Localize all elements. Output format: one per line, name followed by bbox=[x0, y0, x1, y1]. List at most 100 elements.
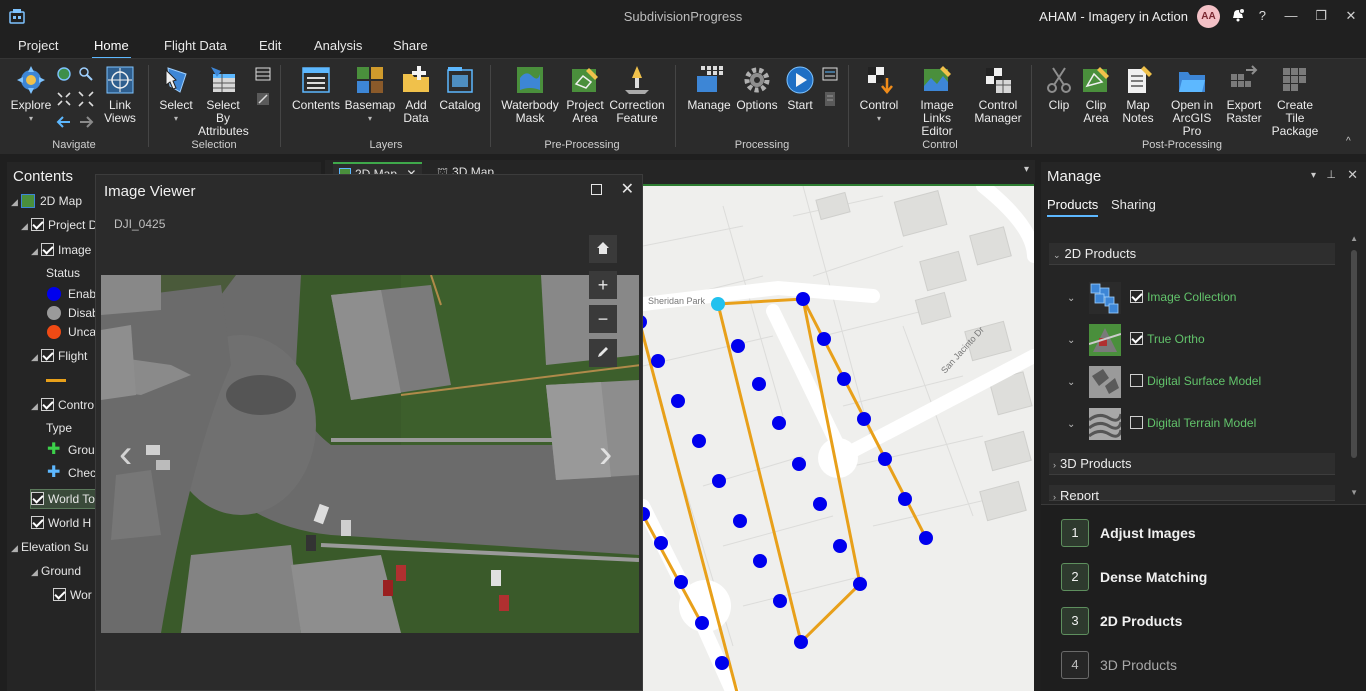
tree-item-image[interactable]: ◢ Image bbox=[31, 241, 91, 259]
minimize-button[interactable]: — bbox=[1276, 4, 1306, 28]
close-icon[interactable]: ✕ bbox=[621, 179, 634, 199]
tree-item-ground[interactable]: ◢ Ground bbox=[31, 562, 81, 580]
chevron-down-icon[interactable]: ⌄ bbox=[1067, 335, 1075, 346]
map-view[interactable]: Sheridan Park San Jacinto Dr bbox=[643, 184, 1034, 691]
select-by-attributes-button[interactable]: Select By Attributes bbox=[198, 64, 249, 138]
section-report[interactable]: › Report bbox=[1049, 485, 1335, 501]
tab-edit[interactable]: Edit bbox=[259, 38, 281, 53]
product-checkbox[interactable] bbox=[1130, 332, 1144, 345]
create-tile-package-button[interactable]: Create Tile Package bbox=[1266, 64, 1324, 138]
forward-arrow-icon[interactable] bbox=[78, 114, 94, 130]
processing-log-icon[interactable] bbox=[822, 66, 838, 82]
control-button[interactable]: Control ▾ bbox=[856, 64, 902, 125]
avatar[interactable]: AA bbox=[1197, 5, 1220, 28]
collapse-icon[interactable]: ◢ bbox=[11, 193, 21, 211]
close-window-button[interactable]: ✕ bbox=[1336, 4, 1366, 28]
layer-checkbox[interactable] bbox=[41, 398, 54, 411]
edit-button[interactable] bbox=[589, 339, 617, 367]
manage-button[interactable]: Manage bbox=[684, 64, 734, 112]
contents-button[interactable]: Contents bbox=[290, 64, 342, 112]
tree-item-control[interactable]: ◢ Contro bbox=[31, 396, 94, 414]
pane-options-chevron-icon[interactable]: ▾ bbox=[1311, 170, 1316, 181]
product-image-collection[interactable]: ⌄ Image Collection bbox=[1067, 280, 1236, 314]
product-checkbox[interactable] bbox=[1130, 290, 1144, 303]
scrollbar-thumb[interactable] bbox=[1351, 250, 1357, 458]
tab-home[interactable]: Home bbox=[92, 38, 131, 60]
tree-item-2d-map[interactable]: ◢ 2D Map bbox=[11, 192, 82, 210]
help-icon[interactable]: ? bbox=[1259, 7, 1266, 25]
tab-analysis[interactable]: Analysis bbox=[314, 38, 362, 53]
previous-image-arrow-icon[interactable]: ‹ bbox=[119, 433, 141, 475]
tree-item-elevation-surfaces[interactable]: ◢ Elevation Su bbox=[11, 538, 88, 556]
tree-item-project-data[interactable]: ◢ Project D bbox=[21, 216, 97, 234]
notification-icon[interactable] bbox=[1230, 7, 1246, 28]
explore-button[interactable]: Explore ▾ bbox=[8, 64, 54, 125]
start-button[interactable]: Start bbox=[782, 64, 818, 112]
collapse-icon[interactable]: ◢ bbox=[31, 242, 41, 260]
tab-list-chevron-icon[interactable]: ▾ bbox=[1024, 164, 1029, 175]
chevron-right-icon[interactable]: › bbox=[1053, 492, 1056, 500]
correction-feature-button[interactable]: Correction Feature bbox=[608, 64, 666, 125]
catalog-button[interactable]: Catalog bbox=[437, 64, 483, 112]
product-true-ortho[interactable]: ⌄ True Ortho bbox=[1067, 322, 1205, 356]
layer-checkbox[interactable] bbox=[41, 349, 54, 362]
layer-checkbox[interactable] bbox=[31, 492, 44, 505]
chevron-right-icon[interactable]: › bbox=[1053, 460, 1056, 470]
report-icon[interactable] bbox=[822, 91, 838, 107]
section-3d-products[interactable]: › 3D Products bbox=[1049, 453, 1335, 475]
image-links-editor-button[interactable]: Image Links Editor bbox=[912, 64, 962, 138]
fixed-zoom-icon[interactable] bbox=[78, 66, 94, 82]
clip-area-button[interactable]: Clip Area bbox=[1078, 64, 1114, 125]
attributes-table-icon[interactable] bbox=[255, 66, 271, 82]
project-area-button[interactable]: Project Area bbox=[563, 64, 607, 125]
next-image-arrow-icon[interactable]: › bbox=[599, 433, 621, 475]
control-manager-button[interactable]: Control Manager bbox=[973, 64, 1023, 125]
layer-checkbox[interactable] bbox=[53, 588, 66, 601]
tab-share[interactable]: Share bbox=[393, 38, 428, 53]
tree-item-world-elevation[interactable]: Wor bbox=[53, 586, 92, 604]
tree-item-world-hillshade[interactable]: World H bbox=[31, 514, 91, 532]
maximize-icon[interactable] bbox=[591, 184, 602, 195]
tab-project[interactable]: Project bbox=[18, 38, 58, 53]
open-in-arcgis-pro-button[interactable]: Open in ArcGIS Pro bbox=[1162, 64, 1222, 138]
chevron-down-icon[interactable]: ⌄ bbox=[1067, 419, 1075, 430]
basemap-button[interactable]: Basemap ▾ bbox=[344, 64, 396, 125]
collapse-icon[interactable]: ◢ bbox=[11, 539, 21, 557]
zoom-out-button[interactable]: − bbox=[589, 305, 617, 333]
globe-icon[interactable] bbox=[56, 66, 72, 82]
map-notes-button[interactable]: Map Notes bbox=[1117, 64, 1159, 125]
restore-button[interactable]: ❐ bbox=[1306, 4, 1336, 28]
waterbody-mask-button[interactable]: Waterbody Mask bbox=[498, 64, 562, 125]
tab-flight-data[interactable]: Flight Data bbox=[164, 38, 227, 53]
zoom-in-fixed-icon[interactable] bbox=[56, 91, 72, 107]
product-digital-terrain-model[interactable]: ⌄ Digital Terrain Model bbox=[1067, 406, 1256, 440]
collapse-icon[interactable]: ◢ bbox=[21, 217, 31, 235]
link-views-button[interactable]: Link Views bbox=[98, 64, 142, 125]
selected-image-point[interactable] bbox=[711, 297, 725, 311]
layer-checkbox[interactable] bbox=[31, 516, 44, 529]
collapse-icon[interactable]: ◢ bbox=[31, 397, 41, 415]
home-button[interactable] bbox=[589, 235, 617, 263]
product-checkbox[interactable] bbox=[1130, 374, 1144, 387]
select-button[interactable]: Select ▾ bbox=[156, 64, 196, 125]
chevron-down-icon[interactable]: ⌄ bbox=[1067, 293, 1075, 304]
clear-selection-icon[interactable] bbox=[255, 91, 271, 107]
zoom-out-fixed-icon[interactable] bbox=[78, 91, 94, 107]
tab-sharing[interactable]: Sharing bbox=[1111, 197, 1156, 212]
product-digital-surface-model[interactable]: ⌄ Digital Surface Model bbox=[1067, 364, 1261, 398]
tree-item-flight[interactable]: ◢ Flight bbox=[31, 347, 87, 365]
options-button[interactable]: Options bbox=[735, 64, 779, 112]
aerial-image[interactable]: ‹ › bbox=[101, 275, 639, 633]
scroll-down-icon[interactable]: ▼ bbox=[1350, 488, 1358, 497]
export-raster-button[interactable]: Export Raster bbox=[1222, 64, 1266, 125]
add-data-button[interactable]: Add Data bbox=[398, 64, 434, 125]
chevron-down-icon[interactable]: ⌄ bbox=[1053, 250, 1061, 260]
close-icon[interactable]: ✕ bbox=[1347, 167, 1358, 183]
zoom-in-button[interactable]: + bbox=[589, 271, 617, 299]
tab-products[interactable]: Products bbox=[1047, 197, 1099, 217]
pin-icon[interactable]: ⊥ bbox=[1326, 168, 1336, 181]
back-arrow-icon[interactable] bbox=[56, 114, 72, 130]
chevron-down-icon[interactable]: ⌄ bbox=[1067, 377, 1075, 388]
layer-checkbox[interactable] bbox=[31, 218, 44, 231]
product-checkbox[interactable] bbox=[1130, 416, 1144, 429]
